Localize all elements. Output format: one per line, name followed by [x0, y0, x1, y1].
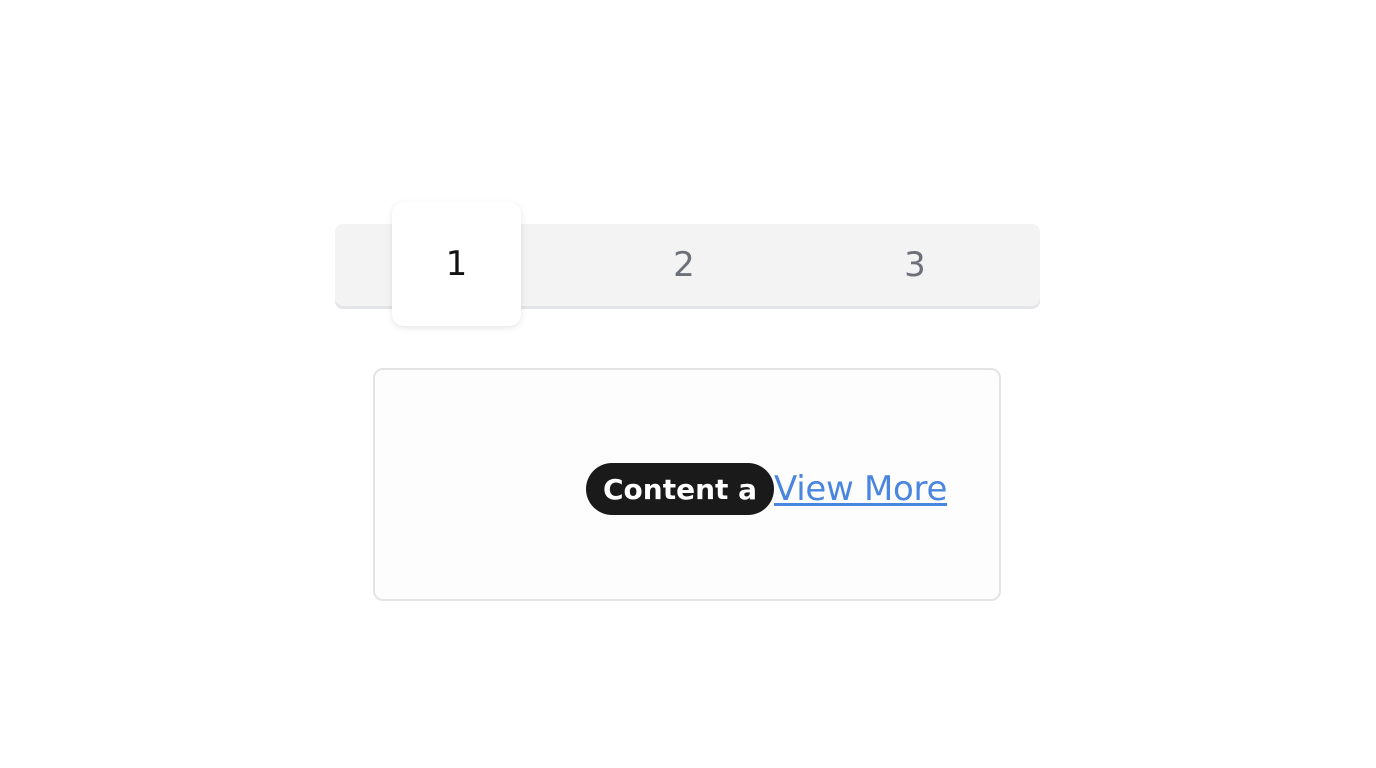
tab-1-label: 1 [445, 244, 468, 284]
view-more-link[interactable]: View More [774, 469, 947, 509]
tab-2[interactable]: 2 [626, 224, 742, 306]
tab-2-label: 2 [673, 245, 695, 285]
tab-1[interactable]: 1 [392, 202, 521, 326]
panel-content-row: Content a View More [586, 463, 947, 515]
tab-3-label: 3 [904, 245, 926, 285]
content-badge: Content a [586, 463, 774, 515]
tab-bar: 1 2 3 [335, 202, 1040, 326]
tab-3[interactable]: 3 [857, 224, 973, 306]
page: 1 2 3 Content a View More [0, 0, 1376, 768]
tab-content-panel: Content a View More [373, 368, 1001, 601]
